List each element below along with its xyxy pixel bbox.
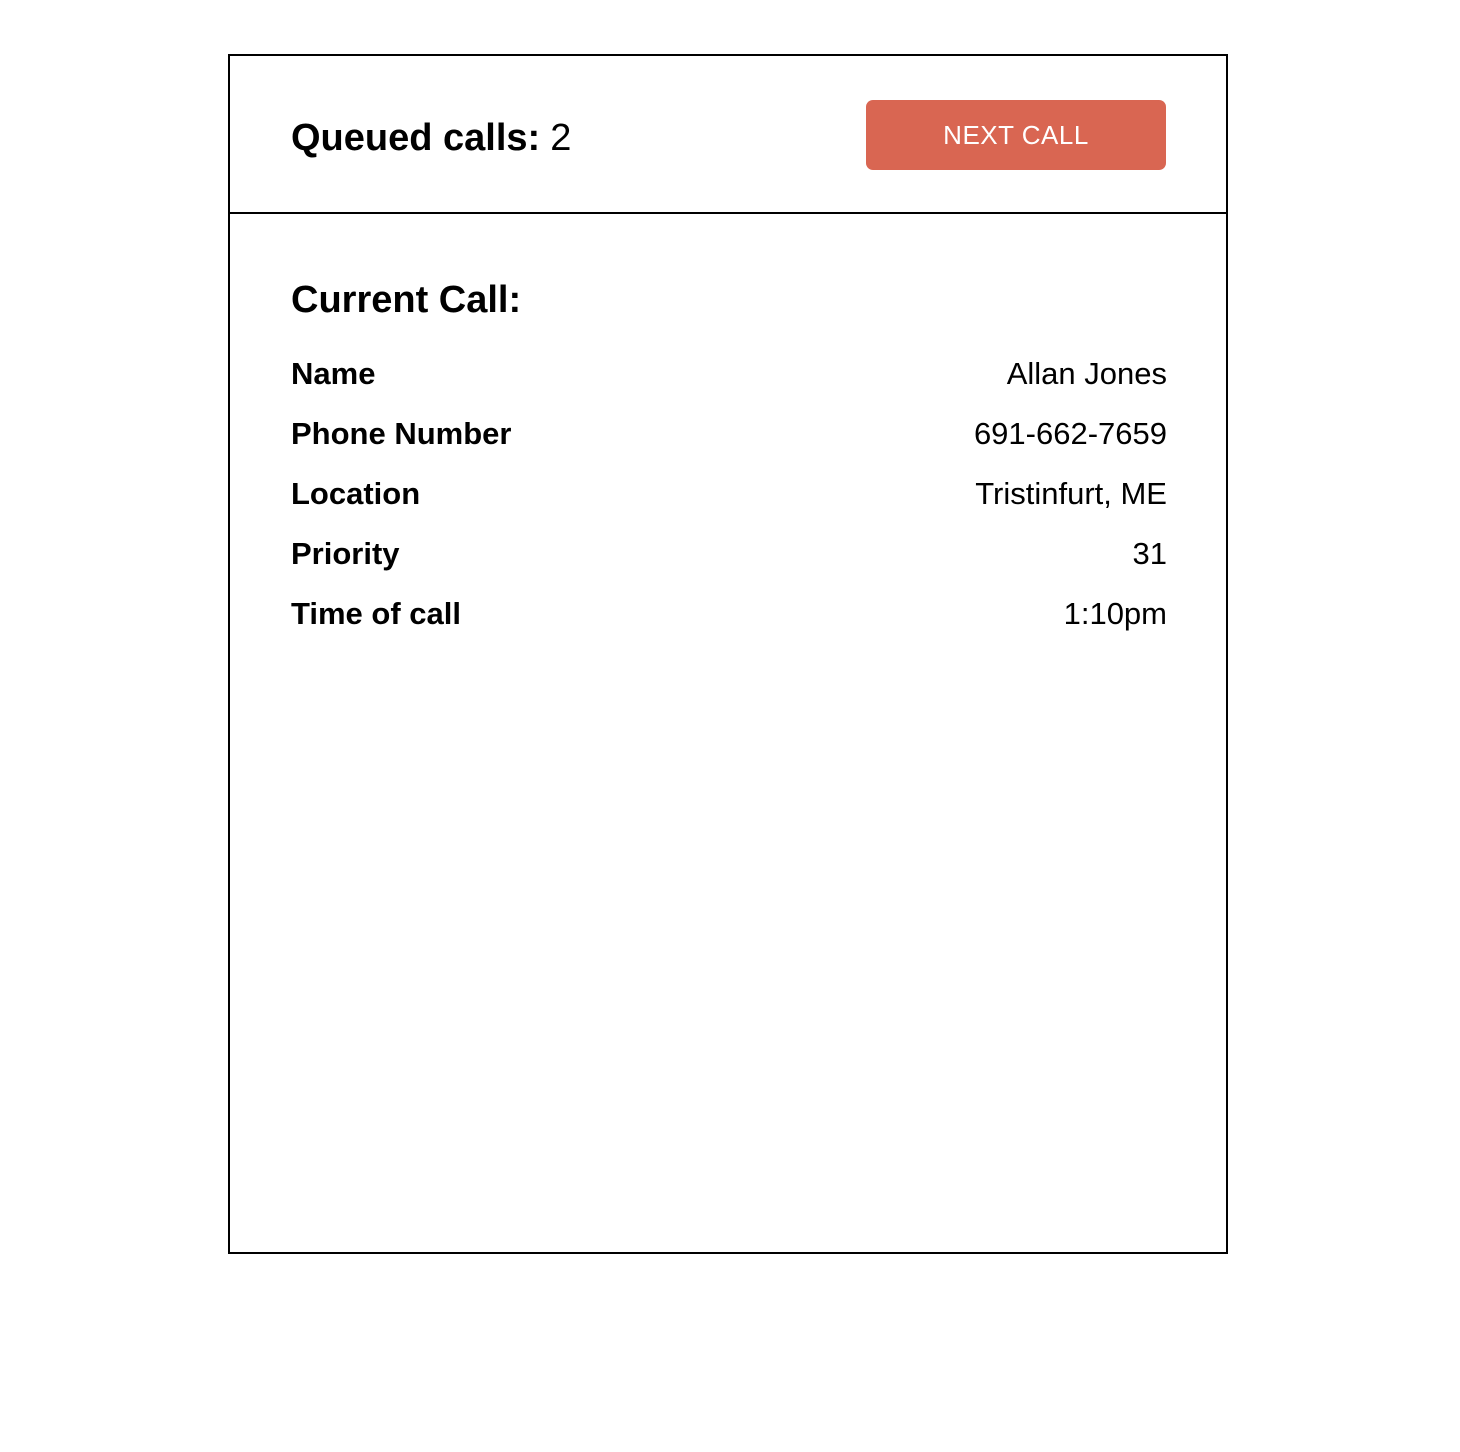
detail-value: 691-662-7659 [973,416,1167,451]
current-call-title: Current Call: [291,279,522,321]
call-detail-list: Name Allan Jones Phone Number 691-662-76… [291,344,1167,644]
queue-header: Queued calls: 2 NEXT CALL [230,56,1226,214]
detail-value: 31 [1132,536,1167,571]
detail-value: Tristinfurt, ME [975,476,1167,511]
detail-label: Phone Number [291,416,512,451]
detail-label: Time of call [291,596,461,631]
queue-status: Queued calls: 2 [291,114,571,162]
detail-label: Location [291,476,421,511]
queue-label: Queued calls: [291,117,541,159]
detail-row-name: Name Allan Jones [291,344,1167,404]
detail-value: 1:10pm [1063,596,1167,631]
detail-row-time-of-call: Time of call 1:10pm [291,584,1167,644]
detail-label: Priority [291,536,400,571]
detail-label: Name [291,356,376,391]
detail-row-priority: Priority 31 [291,524,1167,584]
detail-row-phone-number: Phone Number 691-662-7659 [291,404,1167,464]
next-call-button[interactable]: NEXT CALL [866,100,1166,170]
current-call-section: Current Call: Name Allan Jones Phone Num… [291,276,1167,644]
detail-row-location: Location Tristinfurt, ME [291,464,1167,524]
detail-value: Allan Jones [1006,356,1167,391]
call-queue-panel: Queued calls: 2 NEXT CALL Current Call: N… [228,54,1228,1254]
queue-count: 2 [550,117,572,159]
